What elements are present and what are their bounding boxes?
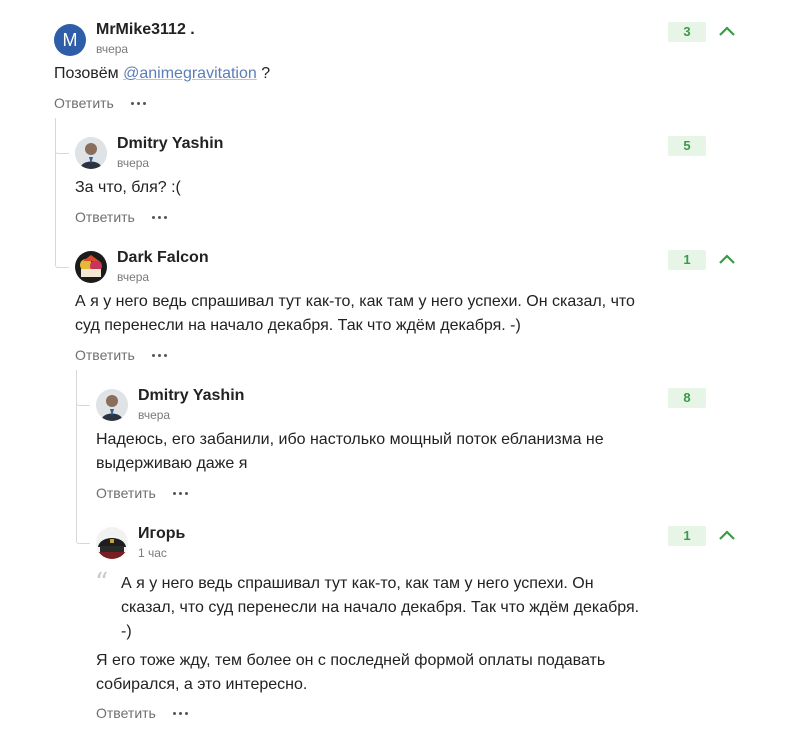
avatar[interactable]	[96, 389, 128, 421]
avatar[interactable]: M	[54, 24, 86, 56]
comment-text: Я его тоже жду, тем более он с последней…	[96, 652, 606, 693]
more-icon[interactable]	[152, 353, 168, 359]
comment-author[interactable]: Dmitry Yashin	[138, 387, 244, 405]
upvote-icon[interactable]	[717, 24, 737, 38]
comment-author[interactable]: Игорь	[138, 525, 185, 543]
score-badge: 5	[668, 136, 706, 156]
comment-text: Позовём @animegravitation ?	[54, 62, 694, 86]
more-icon[interactable]	[131, 101, 147, 107]
reply-button[interactable]: Ответить	[75, 347, 135, 363]
comment-time: вчера	[117, 156, 150, 170]
reply-button[interactable]: Ответить	[54, 95, 114, 111]
thread-line	[76, 370, 90, 544]
reply-button[interactable]: Ответить	[96, 485, 156, 501]
avatar[interactable]	[96, 527, 128, 559]
score-badge: 8	[668, 388, 706, 408]
score-badge: 1	[668, 250, 706, 270]
mention-link[interactable]: @animegravitation	[123, 65, 257, 82]
comment-time: вчера	[117, 270, 150, 284]
avatar[interactable]	[75, 137, 107, 169]
more-icon[interactable]	[173, 491, 189, 497]
more-icon[interactable]	[152, 215, 168, 221]
comment-author[interactable]: Dmitry Yashin	[117, 135, 223, 153]
score-badge: 3	[668, 22, 706, 42]
upvote-icon[interactable]	[717, 528, 737, 542]
comment-time: 1 час	[138, 546, 167, 560]
thread-line	[55, 118, 69, 268]
comment-text: Надеюсь, его забанили, ибо настолько мощ…	[96, 431, 604, 472]
more-icon[interactable]	[173, 711, 189, 717]
upvote-icon[interactable]	[717, 252, 737, 266]
comment-time: вчера	[138, 408, 171, 422]
comment-time: вчера	[96, 42, 129, 56]
comment-text: За что, бля? :(	[75, 179, 181, 196]
comment-text: А я у него ведь спрашивал тут как-то, ка…	[75, 293, 635, 334]
comment-text-after: ?	[256, 65, 271, 82]
comment-author[interactable]: Dark Falcon	[117, 249, 209, 267]
reply-button[interactable]: Ответить	[96, 705, 156, 721]
comment-author[interactable]: MrMike3112 .	[96, 21, 195, 39]
score-badge: 1	[668, 526, 706, 546]
reply-button[interactable]: Ответить	[75, 209, 135, 225]
quote-icon: “	[95, 568, 109, 598]
avatar[interactable]	[75, 251, 107, 283]
comment-text-before: Позовём	[54, 65, 124, 82]
quoted-text: А я у него ведь спрашивал тут как-то, ка…	[121, 575, 640, 640]
